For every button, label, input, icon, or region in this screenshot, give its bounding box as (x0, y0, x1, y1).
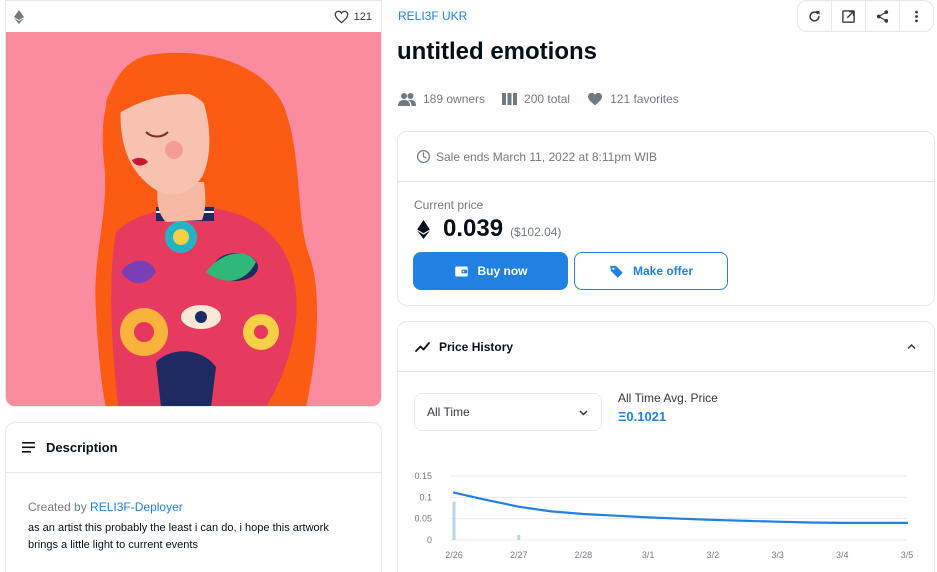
buy-now-button[interactable]: Buy now (413, 252, 568, 290)
favorite-button[interactable]: 121 (334, 10, 372, 24)
description-header[interactable]: Description (6, 423, 381, 473)
volume-bar (517, 534, 521, 540)
image-card-header: 121 (6, 1, 381, 32)
wallet-icon (454, 266, 468, 276)
description-body: Created by RELI3F-Deployer as an artist … (6, 473, 381, 554)
y-tick-label: 0 (427, 535, 432, 545)
share-button[interactable] (866, 1, 900, 31)
current-price-label: Current price (414, 198, 484, 212)
heart-outline-icon (334, 10, 349, 23)
image-favorite-count: 121 (353, 10, 372, 23)
open-external-button[interactable] (832, 1, 866, 31)
refresh-button[interactable] (798, 1, 832, 31)
x-tick-label: 2/28 (575, 550, 593, 560)
ethereum-icon (417, 219, 430, 239)
volume-bar (452, 501, 456, 540)
created-by-line: Created by RELI3F-Deployer (28, 500, 359, 514)
make-offer-button[interactable]: Make offer (574, 252, 728, 290)
price-value: 0.039 (443, 215, 504, 242)
lines-icon (22, 442, 35, 453)
description-card: Description Created by RELI3F-Deployer a… (5, 422, 382, 572)
description-text: as an artist this probably the least i c… (28, 522, 329, 551)
more-vert-icon (915, 10, 918, 22)
collection-link[interactable]: RELI3F UKR (398, 9, 467, 23)
description-title: Description (46, 440, 118, 455)
x-tick-label: 3/5 (901, 550, 914, 560)
price-history-header[interactable]: Price History (398, 322, 934, 372)
price-row: 0.039 ($102.04) (417, 215, 561, 243)
sale-card: Sale ends March 11, 2022 at 8:11pm WIB C… (397, 131, 935, 306)
x-tick-label: 2/26 (445, 550, 463, 560)
y-tick-label: 0.1 (419, 492, 432, 502)
tag-icon (610, 265, 623, 278)
item-title: untitled emotions (397, 38, 597, 65)
price-history-chart: 0.15 0.1 0.05 0 2/26 2/27 2/28 3/1 3/2 3/3 3/4 3/5 (414, 471, 914, 560)
owners-icon (398, 93, 416, 106)
time-range-value: All Time (427, 405, 470, 419)
price-usd: ($102.04) (510, 225, 562, 239)
x-tick-label: 3/2 (707, 550, 720, 560)
image-card: 121 (5, 0, 382, 407)
creator-link[interactable]: RELI3F-Deployer (90, 500, 183, 514)
chevron-up-icon[interactable] (906, 341, 917, 352)
avg-price-value: Ξ0.1021 (618, 409, 667, 424)
owners-count: 189 owners (423, 92, 486, 106)
heart-icon (588, 92, 603, 106)
ethereum-icon (14, 9, 24, 24)
buy-now-label: Buy now (477, 264, 528, 278)
clock-icon (416, 149, 431, 164)
x-tick-label: 2/27 (510, 550, 528, 560)
sale-ends-text: Sale ends March 11, 2022 at 8:11pm WIB (436, 149, 658, 164)
favorites-count: 121 favorites (610, 92, 679, 106)
trending-icon (415, 341, 430, 352)
price-history-card: Price History All Time All Time Avg. Pri… (397, 321, 935, 572)
item-stats: 189 owners 200 total 121 favorites (398, 92, 696, 106)
more-options-button[interactable] (900, 1, 933, 31)
x-tick-label: 3/1 (642, 550, 655, 560)
y-tick-label: 0.05 (414, 514, 432, 524)
sale-ends: Sale ends March 11, 2022 at 8:11pm WIB (398, 132, 934, 182)
time-range-select[interactable]: All Time (414, 393, 602, 431)
x-tick-label: 3/3 (771, 550, 784, 560)
make-offer-label: Make offer (632, 264, 694, 278)
y-tick-label: 0.15 (414, 471, 432, 481)
share-icon (876, 9, 889, 23)
owners-stat[interactable]: 189 owners (398, 92, 485, 106)
artwork-illustration (6, 32, 381, 406)
artwork-image[interactable] (6, 32, 381, 406)
favorites-stat: 121 favorites (587, 92, 679, 106)
grid-icon (502, 93, 518, 105)
x-tick-label: 3/4 (836, 550, 849, 560)
chevron-down-icon (579, 409, 588, 416)
price-history-title: Price History (439, 339, 514, 354)
created-by-prefix: Created by (28, 500, 87, 514)
item-toolbar (797, 0, 934, 32)
external-link-icon (842, 9, 855, 23)
refresh-icon (809, 10, 820, 22)
total-stat: 200 total (502, 92, 570, 106)
avg-price-label: All Time Avg. Price (618, 391, 718, 405)
total-count: 200 total (524, 92, 571, 106)
